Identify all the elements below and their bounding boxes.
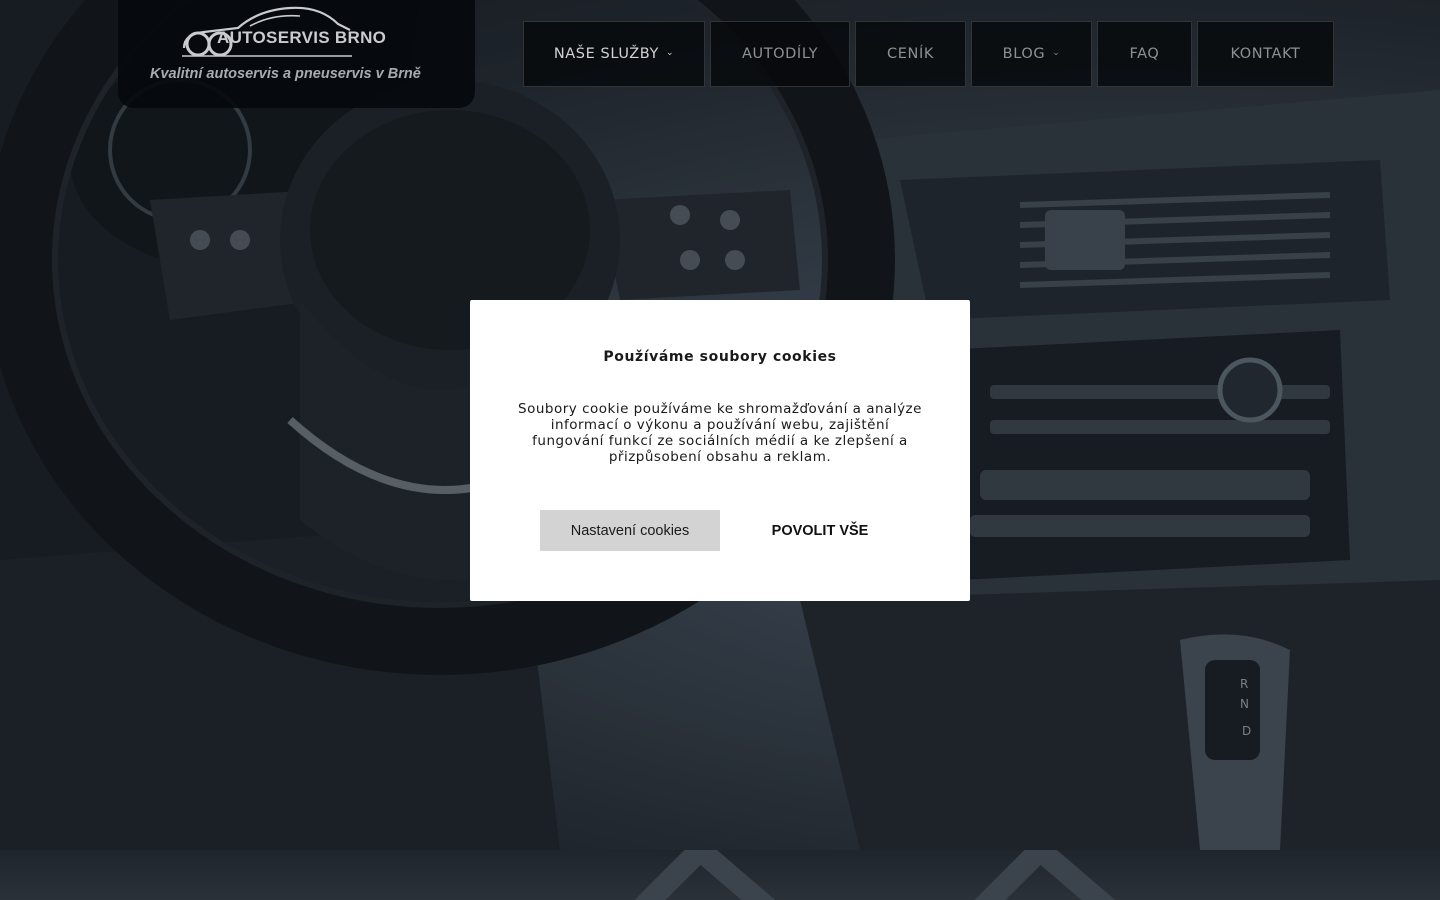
- nav-item-autodily[interactable]: AUTODÍLY: [710, 21, 850, 87]
- site-logo[interactable]: AUTOSERVIS BRNO Kvalitní autoservis a pn…: [118, 0, 475, 108]
- nav-item-label: CENÍK: [887, 46, 934, 62]
- nav-item-label: BLOG: [1002, 46, 1046, 62]
- nav-item-blog[interactable]: BLOG ⌄: [971, 21, 1092, 87]
- nav-item-faq[interactable]: FAQ: [1097, 21, 1192, 87]
- nav-item-cenik[interactable]: CENÍK: [855, 21, 966, 87]
- cookie-dialog-title: Používáme soubory cookies: [603, 349, 837, 365]
- nav-item-label: NAŠE SLUŽBY: [553, 46, 660, 62]
- nav-item-label: KONTAKT: [1230, 46, 1301, 62]
- logo-tagline: Kvalitní autoservis a pneuservis v Brně: [150, 66, 421, 82]
- chevron-down-icon: ⌄: [1052, 48, 1061, 58]
- chevron-down-icon: ⌄: [666, 48, 675, 58]
- nav-item-kontakt[interactable]: KONTAKT: [1197, 21, 1334, 87]
- section-divider-pattern: [0, 850, 1440, 900]
- cookie-consent-dialog: Používáme soubory cookies Soubory cookie…: [470, 300, 970, 601]
- nav-item-label: FAQ: [1129, 46, 1160, 62]
- nav-item-nase-sluzby[interactable]: NAŠE SLUŽBY ⌄: [523, 21, 705, 87]
- nav-item-label: AUTODÍLY: [741, 46, 819, 62]
- cookie-dialog-text: Soubory cookie používáme ke shromažďován…: [518, 401, 922, 465]
- allow-all-cookies-button[interactable]: POVOLIT VŠE: [730, 510, 910, 551]
- logo-title: AUTOSERVIS BRNO: [217, 28, 387, 47]
- cookie-settings-button[interactable]: Nastavení cookies: [540, 510, 720, 551]
